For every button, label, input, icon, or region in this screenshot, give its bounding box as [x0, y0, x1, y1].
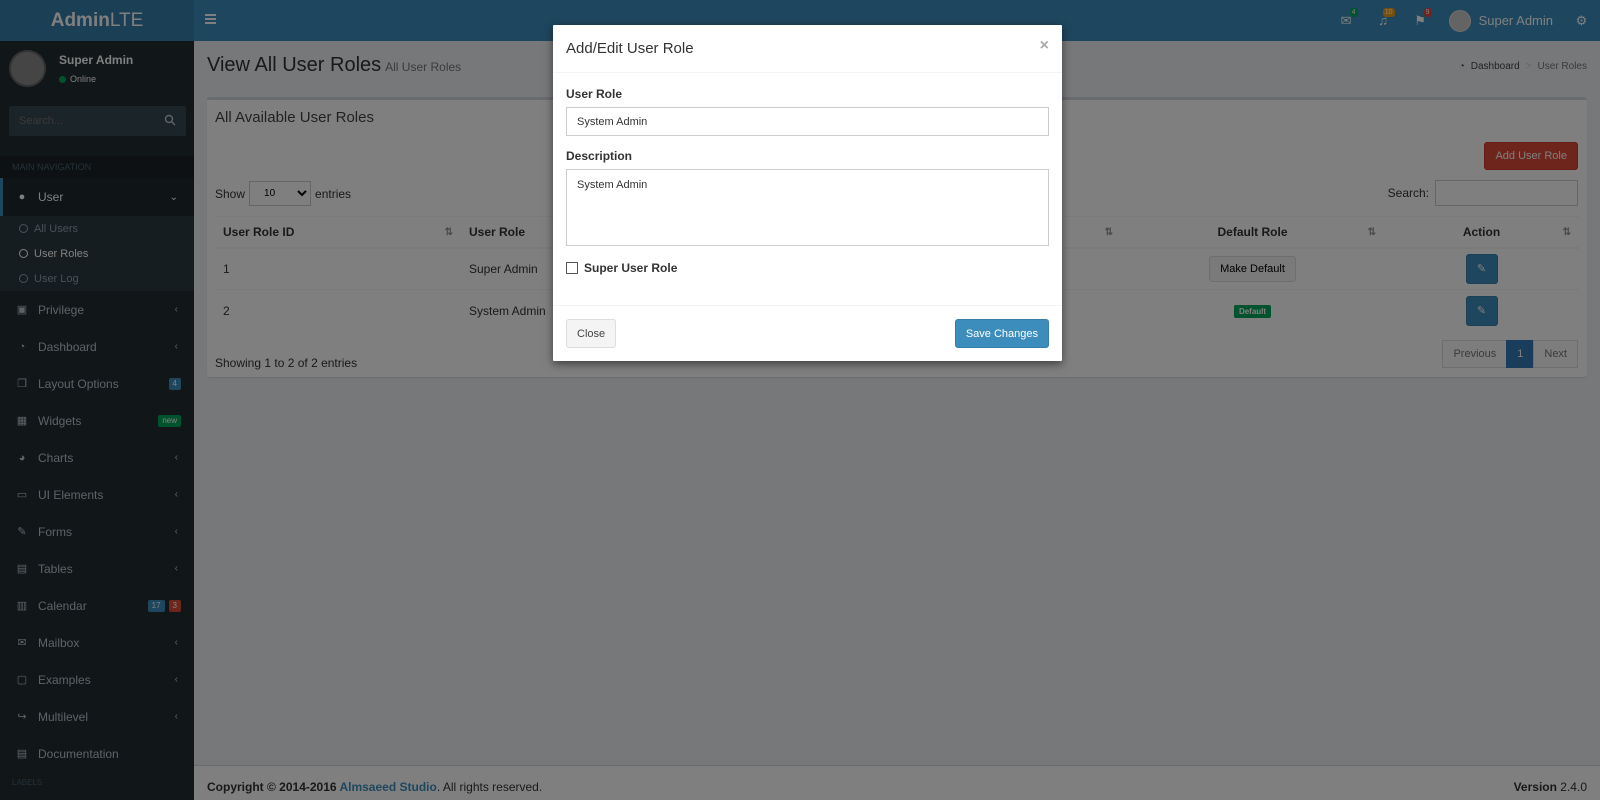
modal-title: Add/Edit User Role [566, 40, 694, 57]
save-changes-button[interactable]: Save Changes [954, 319, 1049, 348]
description-label: Description [566, 149, 633, 163]
super-user-checkbox[interactable] [566, 262, 578, 274]
close-button[interactable]: Close [566, 319, 617, 348]
modal-header: Add/Edit User Role × [553, 25, 1062, 73]
super-user-checkbox-row: Super User Role [566, 261, 677, 275]
description-textarea[interactable]: System Admin [566, 169, 1049, 246]
close-icon[interactable]: × [1040, 37, 1049, 55]
user-role-input[interactable] [566, 107, 1049, 136]
edit-user-role-modal: Add/Edit User Role × User Role Descripti… [553, 25, 1062, 361]
super-user-label: Super User Role [584, 261, 678, 275]
user-role-label: User Role [566, 87, 623, 101]
modal-footer: Close Save Changes [553, 305, 1062, 361]
